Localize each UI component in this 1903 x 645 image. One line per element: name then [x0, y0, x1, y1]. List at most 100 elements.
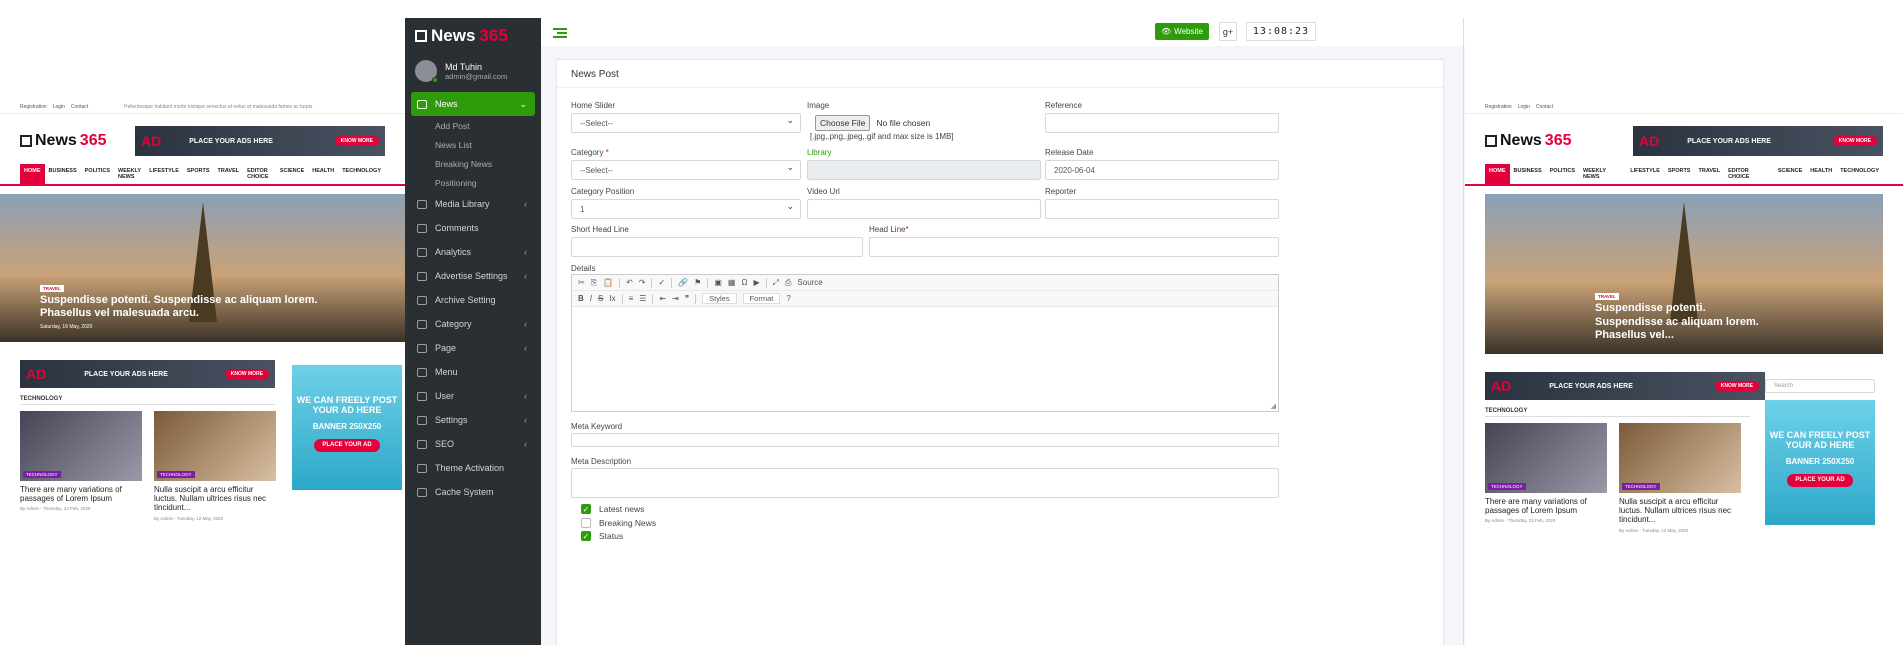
nav-item[interactable]: SPORTS — [183, 164, 214, 184]
sidebar-item-seo[interactable]: SEO ‹ — [405, 432, 541, 456]
source-icon[interactable]: ⎙ — [785, 278, 791, 288]
hero-title[interactable]: Suspendisse potenti. Suspendisse ac aliq… — [1595, 302, 1775, 342]
card-title[interactable]: There are many variations of passages of… — [20, 485, 142, 503]
sidebar-item-news[interactable]: News ⌄ — [411, 92, 535, 116]
outdent-icon[interactable]: ⇤ — [659, 294, 666, 303]
meta-description-input[interactable] — [571, 468, 1279, 498]
styles-dropdown[interactable]: Styles — [702, 293, 737, 304]
source-button[interactable]: Source — [797, 278, 822, 287]
sidebar-item-theme-activation[interactable]: Theme Activation — [405, 456, 541, 480]
reference-input[interactable] — [1045, 113, 1279, 133]
nav-item[interactable]: EDITOR CHOICE — [243, 164, 276, 184]
redo-icon[interactable]: ↷ — [639, 278, 646, 287]
spellcheck-icon[interactable]: ✓ — [658, 278, 665, 287]
short-headline-input[interactable] — [571, 237, 863, 257]
menu-toggle-icon[interactable] — [553, 28, 567, 40]
sidebar-item-page[interactable]: Page ‹ — [405, 336, 541, 360]
editor-body[interactable] — [572, 309, 1278, 411]
sidebar-item-menu[interactable]: Menu — [405, 360, 541, 384]
nav-item[interactable]: WEEKLY NEWS — [114, 164, 145, 184]
nav-item[interactable]: HOME — [1485, 164, 1510, 184]
news-card[interactable]: TECHNOLOGY Nulla suscipit a arcu efficit… — [154, 411, 276, 521]
hero-tag[interactable]: TRAVEL — [40, 284, 64, 292]
card-title[interactable]: There are many variations of passages of… — [1485, 497, 1607, 515]
nav-item[interactable]: BUSINESS — [45, 164, 81, 184]
hero-grid[interactable]: TRAVEL Suspendisse potenti. Suspendisse … — [1485, 194, 1883, 354]
maximize-icon[interactable]: ⤢ — [773, 278, 779, 288]
sidebar-item-analytics[interactable]: Analytics ‹ — [405, 240, 541, 264]
search-input[interactable]: Search — [1765, 379, 1875, 393]
category-select[interactable]: --Select-- — [571, 160, 801, 180]
nav-item[interactable]: WEEKLY NEWS — [1579, 164, 1626, 184]
nav-item[interactable]: TRAVEL — [214, 164, 244, 184]
card-tag[interactable]: TECHNOLOGY — [1622, 483, 1660, 490]
cut-icon[interactable]: ✂ — [578, 278, 585, 287]
news-card[interactable]: TECHNOLOGY There are many variations of … — [1485, 423, 1607, 533]
website-button[interactable]: 👁 Website — [1155, 23, 1209, 40]
video-icon[interactable]: ▶ — [753, 278, 759, 287]
site-logo[interactable]: News 365 — [1485, 132, 1572, 150]
strike-icon[interactable]: S — [598, 294, 603, 303]
side-ad[interactable]: WE CAN FREELY POST YOUR AD HERE BANNER 2… — [1765, 400, 1875, 525]
headline-input[interactable] — [869, 237, 1279, 257]
nav-item[interactable]: LIFESTYLE — [1626, 164, 1664, 184]
bold-icon[interactable]: B — [578, 294, 584, 303]
reporter-input[interactable] — [1045, 199, 1279, 219]
nav-item[interactable]: TECHNOLOGY — [1836, 164, 1883, 184]
nav-item[interactable]: SCIENCE — [276, 164, 308, 184]
topbar-link-contact[interactable]: Contact — [1536, 104, 1553, 110]
sidebar-item-archive-setting[interactable]: Archive Setting — [405, 288, 541, 312]
nav-item[interactable]: TRAVEL — [1694, 164, 1724, 184]
category-position-select[interactable]: 1 — [571, 199, 801, 219]
undo-icon[interactable]: ↶ — [626, 278, 633, 287]
nav-item[interactable]: HEALTH — [308, 164, 338, 184]
hero-tag[interactable]: TRAVEL — [1595, 293, 1619, 301]
nav-item[interactable]: LIFESTYLE — [145, 164, 183, 184]
header-ad-banner[interactable]: AD PLACE YOUR ADS HERE KNOW MORE — [1633, 126, 1883, 156]
sidebar-item-settings[interactable]: Settings ‹ — [405, 408, 541, 432]
nav-item[interactable]: POLITICS — [81, 164, 114, 184]
know-more-button[interactable]: KNOW MORE — [1832, 136, 1877, 146]
topbar-link-login[interactable]: Login — [1518, 104, 1530, 110]
breaking-news-checkbox[interactable]: Breaking News — [581, 518, 656, 528]
hero-title[interactable]: Suspendisse potenti. Suspendisse ac aliq… — [40, 294, 360, 320]
topbar-link-registration[interactable]: Registration — [1485, 104, 1512, 110]
latest-news-checkbox[interactable]: ✓ Latest news — [581, 504, 644, 514]
place-your-ad-button[interactable]: PLACE YOUR AD — [314, 438, 380, 452]
nav-item[interactable]: TECHNOLOGY — [338, 164, 385, 184]
nav-item[interactable]: SCIENCE — [1774, 164, 1806, 184]
choose-file-button[interactable]: Choose File — [815, 115, 871, 131]
image-icon[interactable]: ▣ — [714, 278, 722, 287]
indent-icon[interactable]: ⇥ — [672, 294, 679, 303]
help-icon[interactable]: ? — [786, 294, 790, 303]
nav-item[interactable]: EDITOR CHOICE — [1724, 164, 1774, 184]
card-title[interactable]: Nulla suscipit a arcu efficitur luctus. … — [1619, 497, 1741, 525]
submenu-item[interactable]: Breaking News — [405, 154, 541, 173]
link-icon[interactable]: 🔗 — [678, 278, 688, 287]
sidebar-item-cache-system[interactable]: Cache System — [405, 480, 541, 504]
sidebar-item-category[interactable]: Category ‹ — [405, 312, 541, 336]
card-tag[interactable]: TECHNOLOGY — [157, 471, 195, 478]
format-dropdown[interactable]: Format — [742, 293, 781, 304]
ordered-list-icon[interactable]: ≡ — [629, 294, 634, 303]
omega-icon[interactable]: Ω — [741, 278, 747, 287]
topbar-link-contact[interactable]: Contact — [71, 104, 88, 110]
status-checkbox[interactable]: ✓ Status — [581, 531, 623, 541]
release-date-input[interactable]: 2020-06-04 — [1045, 160, 1279, 180]
sidebar-item-comments[interactable]: Comments — [405, 216, 541, 240]
sidebar-item-media-library[interactable]: Media Library ‹ — [405, 192, 541, 216]
nav-item[interactable]: HOME — [20, 164, 45, 184]
header-ad-banner[interactable]: AD PLACE YOUR ADS HERE KNOW MORE — [135, 126, 385, 156]
admin-logo[interactable]: News 365 — [405, 18, 541, 54]
news-card[interactable]: TECHNOLOGY There are many variations of … — [20, 411, 142, 521]
place-your-ad-button[interactable]: PLACE YOUR AD — [1787, 473, 1853, 487]
avatar[interactable] — [415, 60, 438, 83]
table-icon[interactable]: ▦ — [728, 278, 736, 287]
nav-item[interactable]: BUSINESS — [1510, 164, 1546, 184]
meta-keyword-input[interactable] — [571, 433, 1279, 447]
paste-icon[interactable]: 📋 — [603, 278, 613, 287]
sidebar-item-user[interactable]: User ‹ — [405, 384, 541, 408]
hero-slider[interactable]: TRAVEL Suspendisse potenti. Suspendisse … — [0, 194, 405, 342]
know-more-button[interactable]: KNOW MORE — [334, 136, 379, 146]
content-ad-banner[interactable]: AD PLACE YOUR ADS HERE KNOW MORE — [20, 360, 275, 388]
